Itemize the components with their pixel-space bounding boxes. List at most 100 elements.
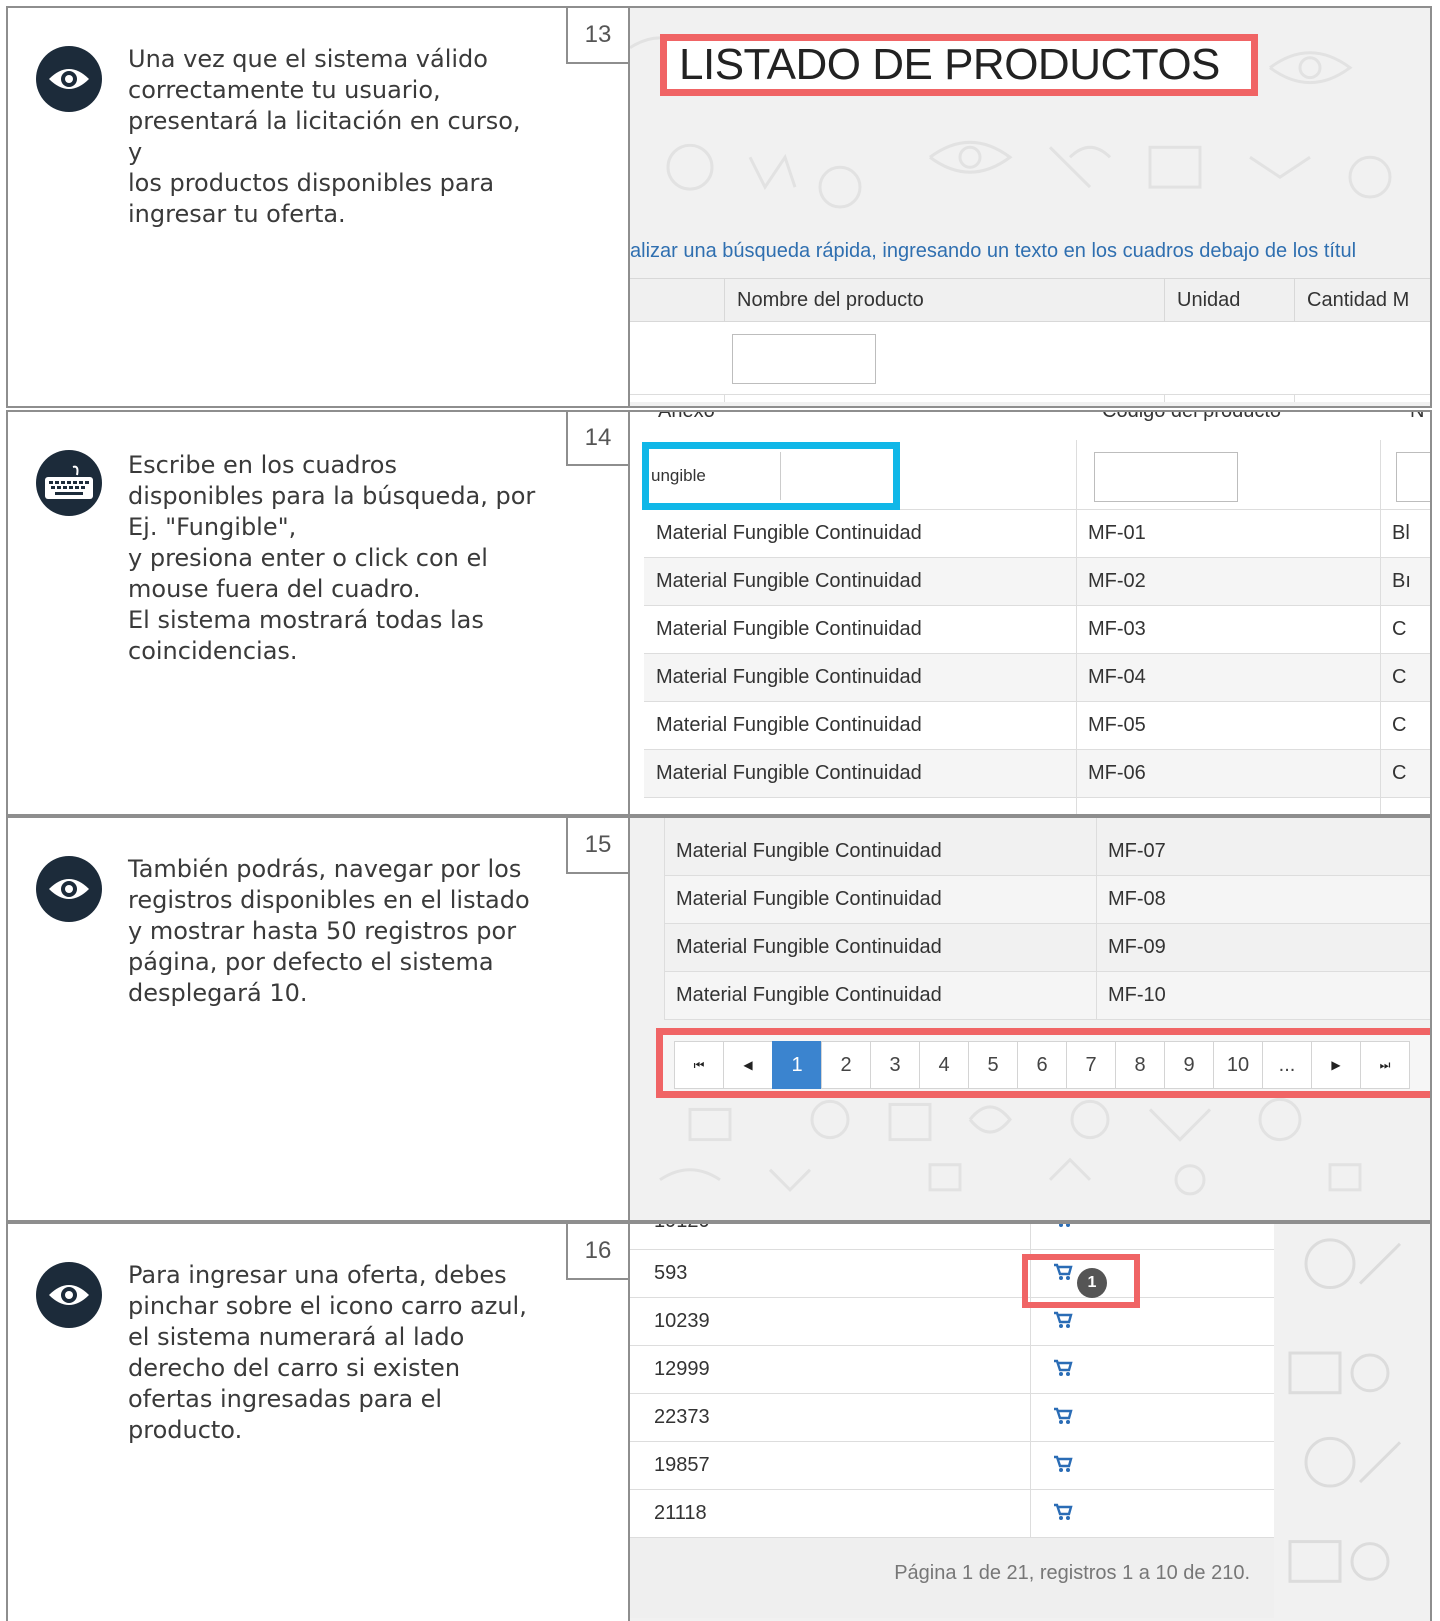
page-4-button[interactable]: 4 bbox=[919, 1041, 969, 1089]
screenshot-product-list: LISTADO DE PRODUCTOS alizar una búsqueda… bbox=[630, 8, 1430, 406]
cart-icon[interactable] bbox=[1053, 1311, 1073, 1329]
page-title: LISTADO DE PRODUCTOS bbox=[660, 34, 1258, 96]
offer-count-badge: 1 bbox=[1077, 1268, 1107, 1298]
cart-icon[interactable] bbox=[1053, 1455, 1073, 1473]
cart-icon[interactable] bbox=[1053, 1359, 1073, 1377]
table-row[interactable]: Material Fungible Continuidad MF-06 C bbox=[644, 750, 1430, 798]
table-row[interactable]: Material Fungible Continuidad MF-05 C bbox=[644, 702, 1430, 750]
step-15-number: 15 bbox=[566, 818, 628, 874]
step-15-description-panel: También podrás, navegar por los registro… bbox=[8, 818, 630, 1220]
column-divider bbox=[1096, 818, 1097, 1020]
row-code: MF-08 bbox=[1108, 888, 1166, 910]
row-extra: C bbox=[1392, 618, 1407, 640]
row-name: Material Fungible Continuidad bbox=[676, 984, 942, 1006]
step-14-number: 14 bbox=[566, 412, 628, 466]
step-15: También podrás, navegar por los registro… bbox=[6, 816, 1432, 1222]
row-code: 21118 bbox=[654, 1502, 707, 1524]
pagination-highlight: ⏮ ◀ 1 2 3 4 5 6 7 8 9 10 ... ▶ ⏭ bbox=[656, 1028, 1430, 1098]
page-7-button[interactable]: 7 bbox=[1066, 1041, 1116, 1089]
table-row[interactable]: 22373 bbox=[630, 1394, 1274, 1442]
row-name: Material Fungible Continuidad bbox=[656, 522, 922, 544]
table-row[interactable]: 10239 bbox=[630, 1298, 1274, 1346]
pagination-summary: Página 1 de 21, registros 1 a 10 de 210. bbox=[894, 1562, 1250, 1584]
row-name: Material Fungible Continuidad bbox=[676, 936, 942, 958]
table-row[interactable]: 593 bbox=[630, 1250, 1274, 1298]
page-9-button[interactable]: 9 bbox=[1164, 1041, 1214, 1089]
next-page-button[interactable]: ▶ bbox=[1311, 1041, 1361, 1089]
step-16-text: Para ingresar una oferta, debes pinchar … bbox=[128, 1261, 527, 1444]
row-extra: C bbox=[1392, 714, 1407, 736]
step-14: Escribe en los cuadros disponibles para … bbox=[6, 410, 1432, 816]
column-divider bbox=[1294, 394, 1295, 402]
row-code: 19120 bbox=[630, 1224, 710, 1236]
row-code: 12999 bbox=[654, 1358, 710, 1380]
col-cantidad[interactable]: Cantidad M bbox=[1294, 279, 1430, 323]
column-divider bbox=[1164, 394, 1165, 402]
table-row[interactable]: Material Fungible Continuidad MF-02 Bı bbox=[644, 558, 1430, 606]
col-anexo[interactable]: Anexo bbox=[658, 412, 715, 423]
row-code: MF-01 bbox=[1088, 522, 1146, 544]
table-header: Nombre del producto Unidad Cantidad M bbox=[630, 278, 1430, 323]
col-codigo-producto[interactable]: Código del producto bbox=[1102, 412, 1281, 423]
screenshot-offers: 19120 593 10239 12999 22373 19857 bbox=[630, 1224, 1430, 1621]
page-6-button[interactable]: 6 bbox=[1017, 1041, 1067, 1089]
page-3-button[interactable]: 3 bbox=[870, 1041, 920, 1089]
more-pages-button[interactable]: ... bbox=[1262, 1041, 1312, 1089]
row-code: MF-02 bbox=[1088, 570, 1146, 592]
row-code: 593 bbox=[654, 1262, 688, 1284]
last-page-button[interactable]: ⏭ bbox=[1360, 1041, 1410, 1089]
step-16-description-panel: Para ingresar una oferta, debes pinchar … bbox=[8, 1224, 630, 1621]
prev-page-button[interactable]: ◀ bbox=[723, 1041, 773, 1089]
table-row[interactable]: Material Fungible Continuidad MF-09 bbox=[664, 924, 1430, 972]
table-row[interactable]: 12999 bbox=[630, 1346, 1274, 1394]
keyboard-icon bbox=[36, 450, 102, 516]
product-name-filter-input[interactable] bbox=[732, 334, 876, 384]
table-row[interactable]: Material Fungible Continuidad MF-04 C bbox=[644, 654, 1430, 702]
row-code: 22373 bbox=[654, 1406, 710, 1428]
row-name: Material Fungible Continuidad bbox=[656, 618, 922, 640]
table-row[interactable]: Material Fungible Continuidad MF-10 bbox=[664, 972, 1430, 1020]
col-nombre-producto[interactable]: Nombre del producto bbox=[724, 279, 1164, 323]
row-name: Material Fungible Continuidad bbox=[656, 714, 922, 736]
annex-search-input[interactable]: ungible bbox=[649, 452, 781, 500]
table-row[interactable]: Material Fungible Continuidad MF-08 bbox=[664, 876, 1430, 924]
table-row[interactable]: 19857 bbox=[630, 1442, 1274, 1490]
search-hint: alizar una búsqueda rápida, ingresando u… bbox=[630, 240, 1357, 262]
step-15-text: También podrás, navegar por los registro… bbox=[128, 855, 530, 1007]
row-code: 19857 bbox=[654, 1454, 710, 1476]
pagination: ⏮ ◀ 1 2 3 4 5 6 7 8 9 10 ... ▶ ⏭ bbox=[674, 1041, 1410, 1089]
step-13-text: Una vez que el sistema válido correctame… bbox=[128, 45, 521, 228]
cart-icon[interactable] bbox=[1053, 1503, 1073, 1521]
row-code: MF-03 bbox=[1088, 618, 1146, 640]
table-row[interactable]: Material Fungible Continuidad MF-01 Bl bbox=[644, 510, 1430, 558]
page-5-button[interactable]: 5 bbox=[968, 1041, 1018, 1089]
table-row[interactable]: Material Fungible Continuidad MF-07 bbox=[664, 828, 1430, 876]
column-divider bbox=[1380, 440, 1381, 814]
page-2-button[interactable]: 2 bbox=[821, 1041, 871, 1089]
col-third[interactable]: N bbox=[1410, 412, 1424, 423]
row-extra: C bbox=[1392, 762, 1407, 784]
table-row[interactable]: 21118 bbox=[630, 1490, 1274, 1538]
table-row[interactable]: Material Fungible Continuidad MF-03 C bbox=[644, 606, 1430, 654]
step-13: Una vez que el sistema válido correctame… bbox=[6, 6, 1432, 408]
cart-icon[interactable] bbox=[1053, 1407, 1073, 1425]
column-divider bbox=[724, 394, 725, 402]
row-divider bbox=[630, 394, 1430, 395]
row-code: MF-07 bbox=[1108, 840, 1166, 862]
step-14-description-panel: Escribe en los cuadros disponibles para … bbox=[8, 412, 630, 814]
first-page-button[interactable]: ⏮ bbox=[674, 1041, 724, 1089]
page-10-button[interactable]: 10 bbox=[1213, 1041, 1263, 1089]
page-1-button[interactable]: 1 bbox=[772, 1041, 822, 1089]
row-name: Material Fungible Continuidad bbox=[656, 570, 922, 592]
cart-icon[interactable] bbox=[1053, 1224, 1073, 1228]
row-name: Material Fungible Continuidad bbox=[676, 888, 942, 910]
page-8-button[interactable]: 8 bbox=[1115, 1041, 1165, 1089]
third-filter-input[interactable] bbox=[1396, 452, 1430, 502]
row-name: Material Fungible Continuidad bbox=[656, 666, 922, 688]
filter-row bbox=[630, 322, 1430, 402]
code-filter-input[interactable] bbox=[1094, 452, 1238, 502]
col-unidad[interactable]: Unidad bbox=[1164, 279, 1294, 323]
row-name: Material Fungible Continuidad bbox=[676, 840, 942, 862]
search-highlight: ungible bbox=[642, 442, 900, 510]
step-13-description-panel: Una vez que el sistema válido correctame… bbox=[8, 8, 630, 406]
